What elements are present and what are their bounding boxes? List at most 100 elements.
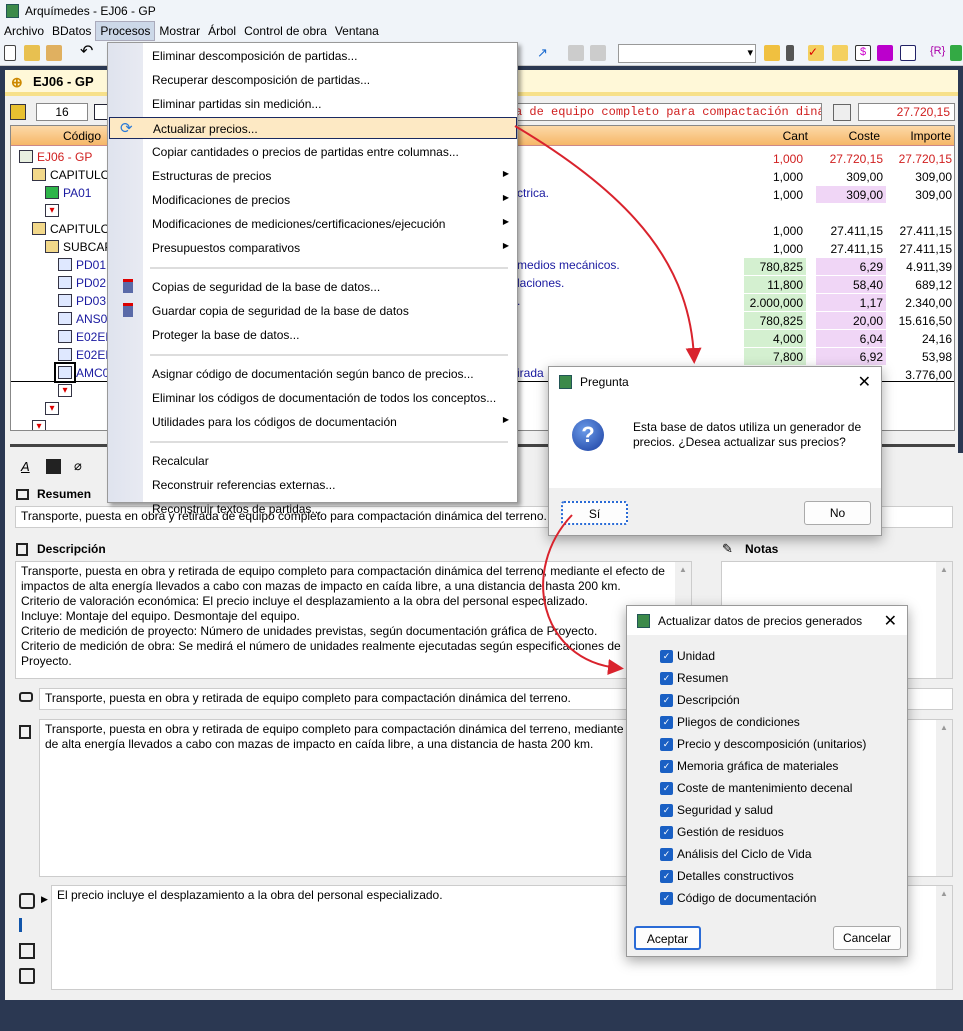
menu-item[interactable]: Modificaciones de precios ▶ [109, 189, 517, 211]
menu-item[interactable]: Eliminar los códigos de documentación de… [109, 387, 517, 409]
row-importe[interactable]: 4.911,39 [888, 258, 954, 275]
row-coste[interactable]: 6,29 [816, 258, 886, 275]
row-importe[interactable]: 24,16 [888, 330, 954, 347]
pdf-icon[interactable] [19, 943, 35, 959]
option-checkbox[interactable]: ✓ Coste de mantenimiento decenal [660, 781, 852, 795]
price-document-icon[interactable]: $ [855, 45, 871, 61]
row-coste[interactable]: 309,00 [816, 168, 886, 185]
window-cascade-icon[interactable] [590, 45, 606, 61]
row-cant[interactable]: 11,800 [744, 276, 806, 293]
menu-item[interactable]: Reconstruir referencias externas... [109, 474, 517, 496]
row-importe[interactable]: 689,12 [888, 276, 954, 293]
row-importe[interactable]: 53,98 [888, 348, 954, 365]
checkbox-checked-icon[interactable]: ✓ [660, 649, 673, 663]
row-coste[interactable]: 27.720,15 [816, 150, 886, 167]
checkbox-checked-icon[interactable]: ✓ [660, 737, 673, 751]
row-cant[interactable]: 1,000 [744, 150, 806, 167]
row-coste[interactable]: 27.411,15 [816, 222, 886, 239]
menu-item[interactable]: Actualizar precios... ⟳ [109, 117, 517, 139]
menu-item[interactable]: Guardar copia de seguridad de la base de… [109, 300, 517, 322]
option-checkbox[interactable]: ✓ Seguridad y salud [660, 803, 773, 817]
row-coste[interactable]: 6,92 [816, 348, 886, 365]
row-importe[interactable] [888, 384, 954, 401]
descripcion-textarea[interactable]: Transporte, puesta en obra y retirada de… [15, 561, 692, 679]
menu-item[interactable]: Asignar código de documentación según ba… [109, 363, 517, 385]
checkbox-checked-icon[interactable]: ✓ [660, 781, 673, 795]
list-icon[interactable] [19, 918, 31, 932]
menu-item[interactable]: Eliminar descomposición de partidas... [109, 45, 517, 67]
menu-item[interactable]: Reconstruir textos de partidas... [109, 498, 517, 520]
close-icon[interactable]: ✕ [884, 611, 897, 631]
row-cant[interactable]: 780,825 [744, 312, 806, 329]
copy-price-icon[interactable] [833, 104, 851, 121]
row-coste[interactable] [816, 204, 886, 221]
checkbox-checked-icon[interactable]: ✓ [660, 891, 673, 905]
menu-item[interactable]: Copias de seguridad de la base de datos.… [109, 276, 517, 298]
row-cant[interactable] [744, 204, 806, 221]
menu-mostrar[interactable]: Mostrar [155, 22, 204, 40]
option-checkbox[interactable]: ✓ Resumen [660, 671, 728, 685]
criterio-scrollbar[interactable]: ▲ [936, 886, 952, 989]
column-importe[interactable]: Importe [910, 129, 951, 143]
column-coste[interactable]: Coste [849, 129, 880, 143]
attachment-tab-icon[interactable]: ⌀ [74, 458, 82, 474]
row-importe[interactable]: 27.720,15 [888, 150, 954, 167]
row-cant[interactable]: 2.000,000 [744, 294, 806, 311]
checkbox-checked-icon[interactable]: ✓ [660, 869, 673, 883]
row-cant[interactable]: 780,825 [744, 258, 806, 275]
euro-icon[interactable] [10, 104, 26, 120]
row-importe[interactable]: 309,00 [888, 168, 954, 185]
row-importe[interactable]: 309,00 [888, 186, 954, 203]
menu-item[interactable]: Copiar cantidades o precios de partidas … [109, 141, 517, 163]
menu-item[interactable]: Proteger la base de datos... [109, 324, 517, 346]
row-importe[interactable]: 2.340,00 [888, 294, 954, 311]
row-coste[interactable]: 309,00 [816, 186, 886, 203]
checkbox-checked-icon[interactable]: ✓ [660, 671, 673, 685]
row-cant[interactable]: 1,000 [744, 240, 806, 257]
checkbox-checked-icon[interactable]: ✓ [660, 825, 673, 839]
variables-icon[interactable]: {R} [930, 45, 946, 61]
option-checkbox[interactable]: ✓ Código de documentación [660, 891, 816, 905]
row-importe[interactable] [888, 402, 954, 419]
menu-ventana[interactable]: Ventana [331, 22, 383, 40]
menu-procesos[interactable]: Procesos [95, 21, 156, 41]
row-coste[interactable]: 20,00 [816, 312, 886, 329]
criteria-icon[interactable] [19, 893, 35, 909]
factory-icon[interactable] [877, 45, 893, 61]
menu-bdatos[interactable]: BDatos [48, 22, 95, 40]
option-checkbox[interactable]: ✓ Pliegos de condiciones [660, 715, 800, 729]
row-importe[interactable]: 3.776,00 [888, 366, 954, 383]
option-checkbox[interactable]: ✓ Precio y descomposición (unitarios) [660, 737, 866, 751]
row-importe[interactable]: 15.616,50 [888, 312, 954, 329]
undo-icon[interactable]: ↶ [80, 44, 96, 61]
menu-item[interactable]: Utilidades para los códigos de documenta… [109, 411, 517, 433]
long-text-scrollbar[interactable]: ▲ [936, 720, 952, 876]
column-codigo[interactable]: Código [63, 129, 101, 143]
checkbox-checked-icon[interactable]: ✓ [660, 715, 673, 729]
chart-icon[interactable]: ↗ [537, 45, 553, 61]
option-checkbox[interactable]: ✓ Gestión de residuos [660, 825, 784, 839]
option-checkbox[interactable]: ✓ Unidad [660, 649, 715, 663]
accept-button[interactable]: Aceptar [634, 926, 701, 950]
row-importe[interactable]: 27.411,15 [888, 240, 954, 257]
row-importe[interactable] [888, 204, 954, 221]
no-button[interactable]: No [804, 501, 871, 525]
row-importe[interactable]: 27.411,15 [888, 222, 954, 239]
toolbar-combo[interactable] [618, 44, 756, 63]
menu-item[interactable]: Eliminar partidas sin medición... [109, 93, 517, 115]
row-cant[interactable]: 4,000 [744, 330, 806, 347]
menu-item[interactable]: Presupuestos comparativos ▶ [109, 237, 517, 259]
summary-field[interactable]: a de equipo completo para compactación d… [510, 103, 822, 121]
notas-scrollbar[interactable]: ▲ [936, 562, 952, 678]
expand-arrow-icon[interactable]: ▶ [41, 894, 48, 905]
row-cant[interactable]: 7,800 [744, 348, 806, 365]
menu-control-obra[interactable]: Control de obra [240, 22, 331, 40]
open-remote-icon[interactable] [46, 45, 62, 61]
checkbox-checked-icon[interactable]: ✓ [660, 759, 673, 773]
option-checkbox[interactable]: ✓ Análisis del Ciclo de Vida [660, 847, 812, 861]
row-coste[interactable]: 58,40 [816, 276, 886, 293]
cancel-button[interactable]: Cancelar [833, 926, 901, 950]
close-icon[interactable]: ✕ [858, 372, 871, 392]
menu-arbol[interactable]: Árbol [204, 22, 240, 40]
text-tab-icon[interactable]: A [21, 459, 30, 474]
